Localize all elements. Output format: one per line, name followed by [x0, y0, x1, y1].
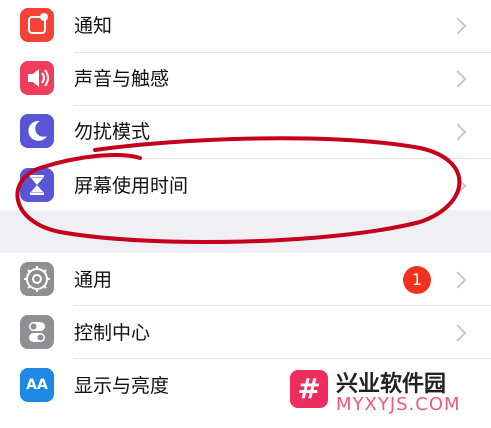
- settings-row-label: 通知: [74, 15, 113, 37]
- watermark-logo-symbol: #: [297, 372, 321, 405]
- chevron-right-icon: [449, 70, 467, 88]
- settings-row-label: 显示与亮度: [74, 375, 170, 397]
- notification-badge: 1: [403, 266, 431, 294]
- settings-row-do-not-disturb[interactable]: 勿扰模式: [0, 106, 491, 159]
- settings-row-label: 控制中心: [74, 322, 151, 344]
- gear-icon: [20, 262, 54, 296]
- settings-row-sounds[interactable]: 声音与触感: [0, 53, 491, 106]
- aa-icon: AA: [20, 368, 54, 402]
- chevron-right-icon: [449, 177, 467, 195]
- settings-row-control-center[interactable]: 控制中心: [0, 306, 491, 359]
- hourglass-icon: [20, 168, 54, 202]
- toggle-icon: [20, 315, 54, 349]
- watermark-domain: MYXYJS.COM: [336, 394, 461, 415]
- settings-row-notifications[interactable]: 通知: [0, 0, 491, 53]
- settings-group-1: 通知 声音与触感 勿扰模式 屏幕使用时间: [0, 0, 491, 210]
- chevron-right-icon: [449, 123, 467, 141]
- chevron-right-icon: [449, 17, 467, 35]
- settings-row-screen-time[interactable]: 屏幕使用时间: [0, 159, 491, 212]
- settings-row-label: 勿扰模式: [74, 121, 151, 143]
- aa-icon-text: AA: [26, 377, 48, 393]
- speaker-icon: [20, 61, 54, 95]
- settings-row-label: 声音与触感: [74, 68, 170, 90]
- moon-icon: [20, 114, 54, 148]
- watermark-logo-icon: #: [290, 370, 328, 408]
- settings-row-general[interactable]: 通用 1: [0, 253, 491, 306]
- settings-row-label: 屏幕使用时间: [74, 175, 189, 197]
- settings-row-label: 通用: [74, 269, 113, 291]
- chevron-right-icon: [449, 324, 467, 342]
- chevron-right-icon: [449, 271, 467, 289]
- notification-icon: [20, 8, 54, 42]
